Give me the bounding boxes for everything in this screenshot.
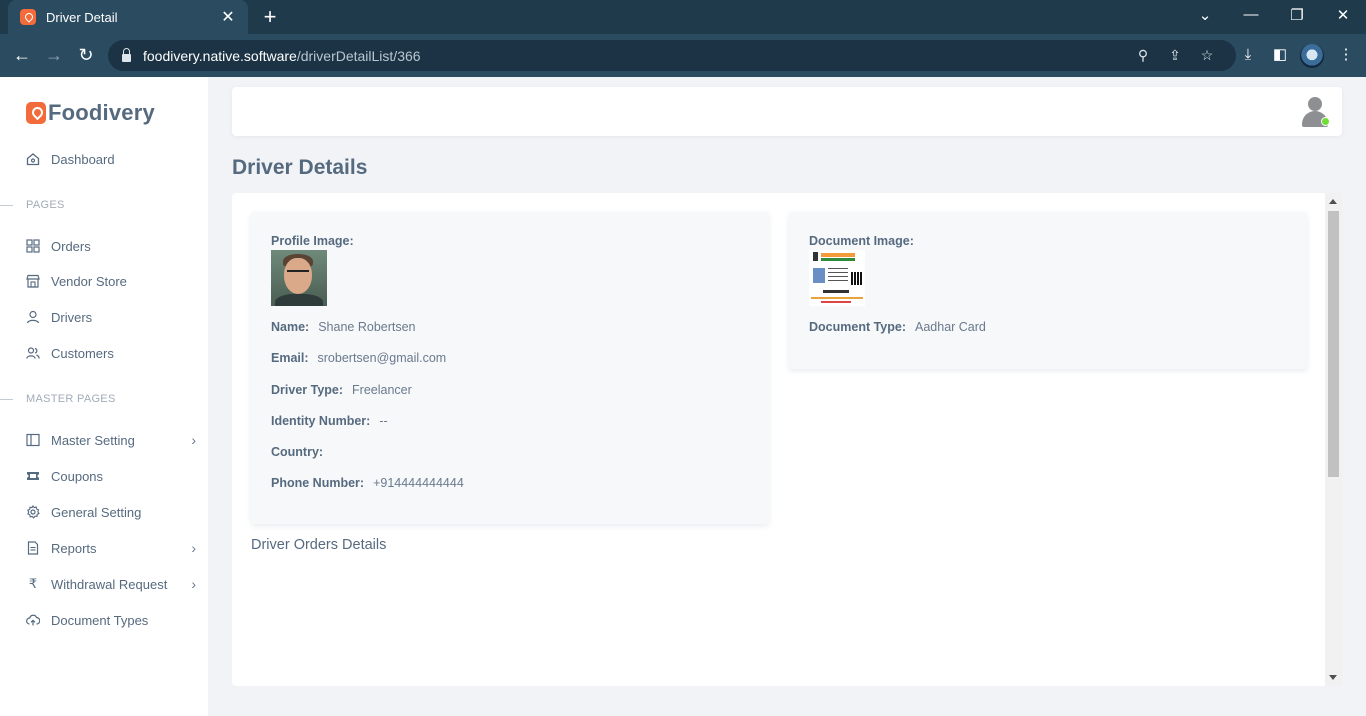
download-icon[interactable]: ⤓ xyxy=(1238,45,1258,65)
new-tab-icon[interactable]: + xyxy=(258,4,282,30)
browser-menu-icon[interactable]: ⋮ xyxy=(1336,45,1356,65)
section-label-pages: PAGES xyxy=(0,199,65,211)
grid-icon xyxy=(26,239,40,253)
sidebar-item-orders[interactable]: Orders xyxy=(26,236,196,256)
bookmark-star-icon[interactable]: ☆ xyxy=(1198,46,1216,64)
store-icon xyxy=(26,274,40,288)
sidebar-item-label: Document Types xyxy=(51,612,149,628)
tab-title: Driver Detail xyxy=(46,9,118,25)
sidebar-item-label: Coupons xyxy=(51,468,104,484)
tab-search-chevron-icon[interactable]: ⌄ xyxy=(1195,6,1215,24)
side-panel-icon[interactable]: ◧ xyxy=(1270,45,1290,65)
restore-icon[interactable]: ❐ xyxy=(1287,6,1307,24)
identity-number: -- xyxy=(379,414,388,428)
page-title: Driver Details xyxy=(232,156,368,179)
close-tab-icon[interactable]: ✕ xyxy=(220,7,236,27)
gear-icon xyxy=(27,505,40,519)
scroll-down-arrow-icon[interactable] xyxy=(1329,675,1337,680)
sidebar-item-label: Reports xyxy=(51,540,97,556)
sidebar-item-coupons[interactable]: Coupons xyxy=(26,466,196,486)
user-avatar[interactable] xyxy=(1302,97,1330,127)
sidebar-item-vendor-store[interactable]: Vendor Store xyxy=(26,271,196,291)
sidebar-item-withdrawal-request[interactable]: ₹ Withdrawal Request › xyxy=(26,574,196,594)
country-field: Country: xyxy=(271,445,324,459)
browser-profile-avatar[interactable] xyxy=(1300,44,1324,68)
sidebar-item-label: Dashboard xyxy=(51,151,115,167)
name-field: Name: Shane Robertsen xyxy=(271,320,416,334)
sidebar-item-label: Master Setting xyxy=(51,432,135,448)
minimize-icon[interactable]: — xyxy=(1241,6,1261,23)
content-scrollbar[interactable] xyxy=(1325,193,1342,686)
driver-email: srobertsen@gmail.com xyxy=(317,351,447,365)
foodivery-favicon-icon xyxy=(20,9,36,25)
document-image-label: Document Image: xyxy=(809,234,914,248)
forward-icon[interactable]: → xyxy=(42,43,66,67)
chevron-right-icon: › xyxy=(191,432,196,448)
driver-name: Shane Robertsen xyxy=(318,320,416,334)
cloud-upload-icon xyxy=(26,614,40,626)
document-card: Document Image: Document Type: Aadhar Car… xyxy=(789,212,1307,369)
sidebar-item-customers[interactable]: Customers xyxy=(26,343,196,363)
identity-number-field: Identity Number: -- xyxy=(271,414,388,428)
document-type-field: Document Type: Aadhar Card xyxy=(809,320,986,334)
sidebar-item-label: Withdrawal Request xyxy=(51,576,168,592)
brand-name: Foodivery xyxy=(48,100,155,125)
profile-card: Profile Image: Name: Shane Robertsen Emai… xyxy=(251,212,769,524)
reload-icon[interactable]: ↻ xyxy=(74,43,98,67)
document-image xyxy=(809,250,865,306)
sidebar-item-document-types[interactable]: Document Types xyxy=(26,610,196,630)
sidebar-item-general-setting[interactable]: General Setting xyxy=(26,502,196,522)
brand[interactable]: Foodivery xyxy=(26,100,155,126)
sidebar: Foodivery Dashboard PAGES Orders Vendor … xyxy=(0,77,208,716)
home-icon xyxy=(26,153,40,166)
driver-type-field: Driver Type: Freelancer xyxy=(271,383,412,397)
brand-logo-icon xyxy=(26,102,46,124)
profile-image-label: Profile Image: xyxy=(271,234,354,248)
scroll-up-arrow-icon[interactable] xyxy=(1329,199,1337,204)
rupee-icon: ₹ xyxy=(28,576,38,591)
sidebar-item-label: Drivers xyxy=(51,309,93,325)
back-icon[interactable]: ← xyxy=(10,43,34,67)
sidebar-item-dashboard[interactable]: Dashboard xyxy=(26,149,196,169)
chevron-right-icon: › xyxy=(191,576,196,592)
sidebar-item-label: Vendor Store xyxy=(51,273,127,289)
sidebar-item-reports[interactable]: Reports › xyxy=(26,538,196,558)
scrollbar-thumb[interactable] xyxy=(1328,211,1339,477)
driver-details-panel: Profile Image: Name: Shane Robertsen Emai… xyxy=(232,193,1342,686)
email-field: Email: srobertsen@gmail.com xyxy=(271,351,447,365)
sidebar-item-label: Orders xyxy=(51,238,91,254)
sidebar-item-label: Customers xyxy=(51,345,114,361)
profile-image xyxy=(271,250,327,306)
book-icon xyxy=(26,433,40,447)
driver-orders-title: Driver Orders Details xyxy=(251,537,387,553)
phone-number-field: Phone Number: +914444444444 xyxy=(271,476,464,490)
close-window-icon[interactable]: ✕ xyxy=(1333,6,1353,24)
url-host: foodivery.native.software xyxy=(143,47,297,64)
sidebar-item-label: General Setting xyxy=(51,504,142,520)
browser-tab[interactable]: Driver Detail ✕ xyxy=(8,0,248,34)
ticket-icon xyxy=(27,472,39,480)
browser-tab-bar: Driver Detail ✕ + ⌄ — ❐ ✕ xyxy=(0,0,1366,34)
url-path: /driverDetailList/366 xyxy=(296,47,421,64)
section-label-master-pages: MASTER PAGES xyxy=(0,393,116,405)
document-type: Aadhar Card xyxy=(915,320,986,334)
users-icon xyxy=(26,347,40,359)
share-icon[interactable]: ⇪ xyxy=(1166,46,1184,64)
phone-number: +914444444444 xyxy=(373,476,464,490)
browser-toolbar: ← → ↻ foodivery.native.software/driverDe… xyxy=(0,34,1366,77)
top-navbar xyxy=(232,87,1342,136)
zoom-icon[interactable]: ⚲ xyxy=(1134,46,1152,64)
user-icon xyxy=(26,310,40,324)
address-bar[interactable]: foodivery.native.software/driverDetailLi… xyxy=(108,40,1236,71)
sidebar-item-drivers[interactable]: Drivers xyxy=(26,307,196,327)
file-icon xyxy=(27,541,39,555)
online-status-icon xyxy=(1321,117,1330,126)
sidebar-item-master-setting[interactable]: Master Setting › xyxy=(26,430,196,450)
chevron-right-icon: › xyxy=(191,540,196,556)
driver-type: Freelancer xyxy=(352,383,412,397)
lock-icon xyxy=(122,47,131,62)
